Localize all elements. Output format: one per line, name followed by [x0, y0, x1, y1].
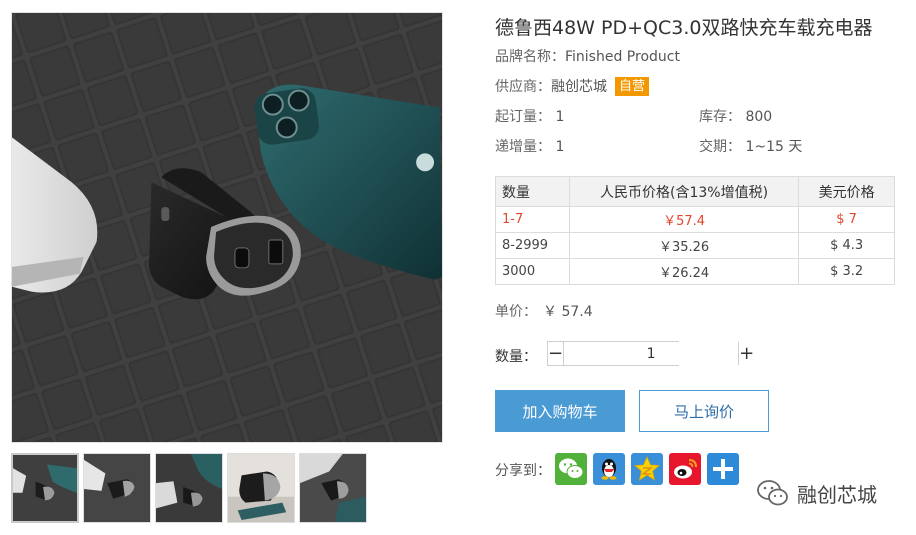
add-to-cart-button[interactable]: 加入购物车 — [495, 390, 625, 432]
decrease-quantity-button[interactable]: − — [548, 342, 565, 365]
increment-row: 递增量： 1 — [495, 136, 564, 156]
tier-usd-price: $ 4.3 — [798, 232, 895, 259]
supplier-label: 供应商： — [495, 79, 551, 95]
quantity-label: 数量： — [495, 349, 537, 365]
tier-qty: 1-7 — [495, 206, 570, 233]
thumbnail-2[interactable] — [83, 453, 151, 523]
moq-value: 1 — [555, 109, 565, 125]
qq-icon[interactable] — [593, 453, 625, 485]
leadtime-value: 1~15 天 — [745, 139, 803, 155]
unit-price-label: 单价： — [495, 304, 537, 320]
moq-label: 起订量： — [495, 109, 551, 125]
leadtime-row: 交期： 1~15 天 — [699, 136, 802, 156]
quantity-input[interactable] — [564, 342, 739, 365]
unit-price-row: 单价： ￥ 57.4 — [495, 301, 593, 321]
brand-value: Finished Product — [565, 49, 680, 65]
header-usd: 美元价格 — [798, 176, 895, 207]
unit-price-value: ￥ 57.4 — [543, 304, 593, 320]
watermark: 融创芯城 — [755, 478, 877, 508]
thumbnail-3[interactable] — [155, 453, 223, 523]
table-row: 3000 ￥26.24 $ 3.2 — [495, 258, 895, 285]
thumbnail-strip — [11, 453, 371, 523]
stock-value: 800 — [745, 109, 773, 125]
leadtime-label: 交期： — [699, 139, 741, 155]
table-row: 8-2999 ￥35.26 $ 4.3 — [495, 232, 895, 259]
header-rmb: 人民币价格(含13%增值税) — [568, 176, 800, 207]
wechat-logo-icon — [757, 480, 788, 506]
tier-rmb-price: ￥26.24 — [568, 258, 800, 285]
stock-label: 库存： — [699, 109, 741, 125]
tier-usd-price: $ 7 — [798, 206, 895, 233]
table-row: 1-7 ￥57.4 $ 7 — [495, 206, 895, 233]
tier-qty: 3000 — [495, 258, 570, 285]
increment-label: 递增量： — [495, 139, 551, 155]
price-tier-table: 数量 人民币价格(含13%增值税) 美元价格 1-7 ￥57.4 $ 7 8-2… — [495, 176, 895, 285]
thumbnail-1[interactable] — [11, 453, 79, 523]
share-label: 分享到： — [495, 463, 551, 479]
self-run-badge: 自营 — [615, 77, 650, 96]
tier-rmb-price: ￥57.4 — [568, 206, 800, 233]
header-qty: 数量 — [495, 176, 570, 207]
product-title: 德鲁西48W PD+QC3.0双路快充车载充电器 — [495, 17, 873, 39]
more-share-icon[interactable] — [707, 453, 739, 485]
stock-row: 库存： 800 — [699, 106, 772, 126]
moq-row: 起订量： 1 — [495, 106, 564, 126]
weibo-icon[interactable] — [669, 453, 701, 485]
quantity-stepper: − + — [547, 341, 755, 366]
main-product-image[interactable] — [11, 12, 443, 443]
price-table-header: 数量 人民币价格(含13%增值税) 美元价格 — [495, 176, 895, 207]
supplier-value[interactable]: 融创芯城 — [551, 79, 607, 95]
inquire-now-button[interactable]: 马上询价 — [639, 390, 769, 432]
thumbnail-5[interactable] — [299, 453, 367, 523]
thumbnail-4[interactable] — [227, 453, 295, 523]
supplier-row: 供应商：融创芯城 自营 — [495, 76, 650, 96]
wechat-icon[interactable] — [555, 453, 587, 485]
increase-quantity-button[interactable]: + — [738, 342, 755, 365]
watermark-text: 融创芯城 — [797, 482, 877, 507]
tier-rmb-price: ￥35.26 — [568, 232, 800, 259]
tier-qty: 8-2999 — [495, 232, 570, 259]
brand-row: 品牌名称：Finished Product — [495, 46, 680, 66]
qzone-icon[interactable] — [631, 453, 663, 485]
brand-label: 品牌名称： — [495, 49, 565, 65]
increment-value: 1 — [555, 139, 565, 155]
tier-usd-price: $ 3.2 — [798, 258, 895, 285]
